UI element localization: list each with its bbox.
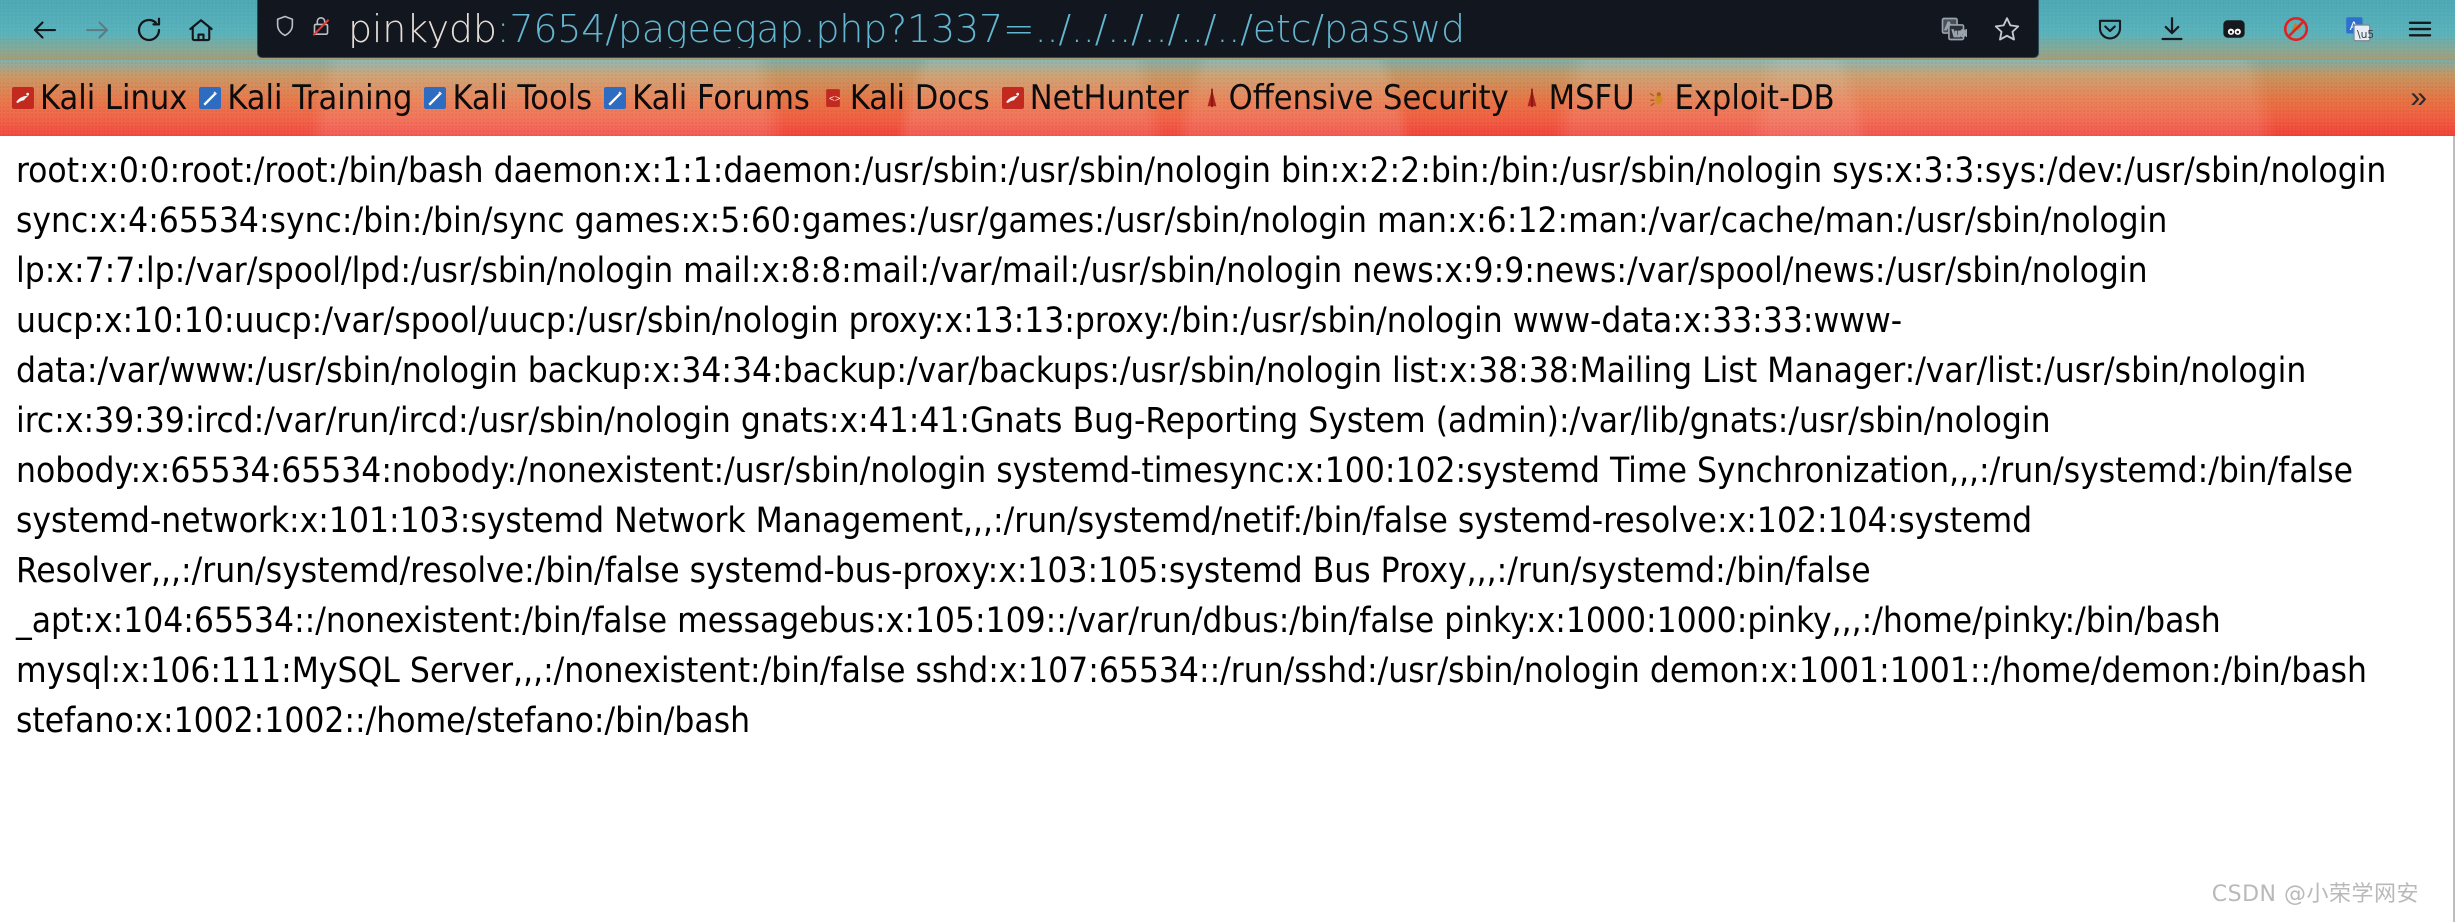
bookmark-exploit-db[interactable]: Exploit-DB — [1641, 79, 1841, 117]
kali-blue-icon — [424, 87, 447, 109]
passwd-file-content: root:x:0:0:root:/root:/bin/bash daemon:x… — [16, 151, 2387, 741]
address-bar-actions: A \u6587 — [1922, 12, 2024, 46]
url-text[interactable]: pinkydb:7654/pageegap.php?1337=../../../… — [348, 10, 1922, 48]
offsec-icon — [1521, 87, 1543, 109]
kali-dragon-icon — [1001, 87, 1024, 109]
forward-button[interactable] — [74, 7, 120, 53]
bookmark-offensive-security[interactable]: Offensive Security — [1195, 79, 1515, 117]
kali-docs-icon: <> — [822, 87, 844, 109]
bookmark-label: Offensive Security — [1228, 78, 1509, 118]
svg-text:\u5B57: \u5B57 — [2357, 28, 2373, 41]
pocket-icon[interactable] — [2093, 12, 2127, 46]
kali-dragon-icon — [12, 87, 34, 109]
page-viewport: root:x:0:0:root:/root:/bin/bash daemon:x… — [0, 136, 2455, 922]
bookmark-kali-linux[interactable]: Kali Linux — [6, 79, 193, 117]
svg-text:\u6587: \u6587 — [1952, 28, 1967, 38]
kali-blue-icon — [604, 87, 627, 109]
reload-button[interactable] — [126, 7, 172, 53]
star-icon[interactable] — [1990, 12, 2024, 46]
back-arrow-icon — [30, 15, 60, 45]
bookmarks-toolbar: Kali Linux Kali Training Kali Tools Kali… — [0, 60, 2455, 136]
reload-icon — [134, 15, 164, 45]
translate-icon[interactable]: A \u6587 — [1936, 12, 1970, 46]
bookmark-nethunter[interactable]: NetHunter — [996, 79, 1195, 117]
bookmark-label: Kali Docs — [849, 78, 990, 118]
navigation-buttons — [0, 7, 224, 53]
home-icon — [186, 15, 216, 45]
offsec-icon — [1201, 87, 1223, 109]
home-button[interactable] — [178, 7, 224, 53]
address-bar[interactable]: pinkydb:7654/pageegap.php?1337=../../../… — [257, 0, 2039, 58]
exploitdb-bug-icon — [1647, 87, 1669, 109]
url-host: pinkydb — [348, 9, 497, 48]
shield-icon[interactable] — [272, 13, 298, 44]
bookmark-kali-docs[interactable]: <> Kali Docs — [816, 79, 996, 117]
bookmark-kali-forums[interactable]: Kali Forums — [598, 79, 816, 117]
bookmark-kali-training[interactable]: Kali Training — [193, 79, 418, 117]
kali-blue-icon — [199, 87, 222, 109]
url-path: :7654/pageegap.php?1337=../../../../../.… — [496, 9, 1465, 48]
hamburger-menu-icon[interactable] — [2403, 12, 2437, 46]
bookmark-label: MSFU — [1548, 78, 1635, 118]
download-icon[interactable] — [2155, 12, 2189, 46]
padlock-crossed-out-icon[interactable] — [308, 13, 334, 44]
bookmark-kali-tools[interactable]: Kali Tools — [418, 79, 598, 117]
bookmark-msfu[interactable]: MSFU — [1515, 79, 1641, 117]
forward-arrow-icon — [82, 15, 112, 45]
csdn-watermark: CSDN @小荣学网安 — [2211, 882, 2419, 907]
bookmark-label: NetHunter — [1029, 78, 1189, 118]
container-tabs-icon[interactable] — [2217, 12, 2251, 46]
svg-text:<>: <> — [829, 94, 841, 105]
extensions-toolbar: A \u5B57 — [2093, 0, 2437, 58]
bookmark-label: Exploit-DB — [1674, 78, 1835, 118]
browser-window: pinkydb:7654/pageegap.php?1337=../../../… — [0, 0, 2455, 922]
noscript-icon[interactable] — [2279, 12, 2313, 46]
bookmark-label: Kali Forums — [632, 78, 810, 118]
bookmark-label: Kali Training — [227, 78, 413, 118]
bookmarks-overflow-chevron[interactable]: » — [2396, 81, 2441, 115]
navigation-toolbar: pinkydb:7654/pageegap.php?1337=../../../… — [0, 0, 2455, 60]
back-button[interactable] — [22, 7, 68, 53]
bookmark-label: Kali Tools — [452, 78, 593, 118]
address-bar-identity-box[interactable] — [272, 13, 334, 44]
bookmark-label: Kali Linux — [40, 78, 188, 118]
translate-extension-icon[interactable]: A \u5B57 — [2341, 12, 2375, 46]
